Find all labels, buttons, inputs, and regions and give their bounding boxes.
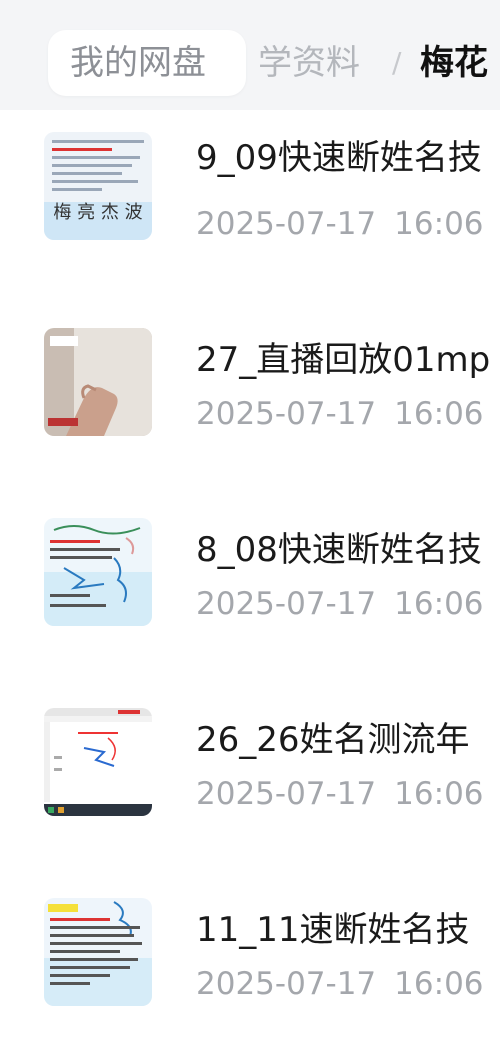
breadcrumb-parent-folder[interactable]: 学资料: [258, 40, 360, 86]
spreadsheet-thumbnail[interactable]: [44, 708, 152, 816]
yellow-notes-thumbnail[interactable]: [44, 898, 152, 1006]
file-time: 16:06: [394, 396, 484, 432]
file-row[interactable]: 8_08快速断姓名技 2025-07-1716:064: [0, 492, 500, 682]
breadcrumb-bar: 我的网盘 学资料 / 梅花: [0, 0, 500, 110]
breadcrumb-home[interactable]: 我的网盘: [70, 40, 206, 86]
file-time: 16:06: [394, 776, 484, 812]
file-name[interactable]: 8_08快速断姓名技: [196, 528, 482, 572]
file-meta: 2025-07-1716:061: [196, 394, 500, 434]
file-name[interactable]: 26_26姓名测流年: [196, 718, 470, 762]
file-time: 16:06: [394, 206, 484, 242]
file-row[interactable]: 26_26姓名测流年 2025-07-1716:064: [0, 682, 500, 872]
file-meta: 2025-07-1716:064: [196, 964, 500, 1004]
file-name[interactable]: 11_11速断姓名技: [196, 908, 470, 952]
file-name[interactable]: 9_09快速断姓名技: [196, 136, 482, 180]
file-date: 2025-07-17: [196, 966, 377, 1002]
file-time: 16:06: [394, 586, 484, 622]
handwriting-names-thumbnail[interactable]: 梅 亮 杰 波: [44, 132, 152, 240]
breadcrumb-separator: /: [392, 46, 402, 79]
file-meta: 2025-07-1716:064: [196, 774, 500, 814]
file-date: 2025-07-17: [196, 776, 377, 812]
thumbnail-caption: 梅 亮 杰 波: [53, 202, 142, 223]
livestream-hand-thumbnail[interactable]: [44, 328, 152, 436]
file-meta: 2025-07-1716:064: [196, 584, 500, 624]
blue-notes-thumbnail[interactable]: [44, 518, 152, 626]
file-date: 2025-07-17: [196, 206, 377, 242]
file-list: 梅 亮 杰 波 9_09快速断姓名技 2025-07-1716:063 27_直…: [0, 112, 500, 1006]
file-date: 2025-07-17: [196, 586, 377, 622]
breadcrumb-current-folder: 梅花: [420, 43, 488, 83]
file-row[interactable]: 11_11速断姓名技 2025-07-1716:064: [0, 872, 500, 1062]
file-date: 2025-07-17: [196, 396, 377, 432]
file-time: 16:06: [394, 966, 484, 1002]
file-name[interactable]: 27_直播回放01mp: [196, 338, 490, 382]
file-meta: 2025-07-1716:063: [196, 204, 500, 244]
file-row[interactable]: 27_直播回放01mp 2025-07-1716:061: [0, 302, 500, 492]
file-row[interactable]: 梅 亮 杰 波 9_09快速断姓名技 2025-07-1716:063: [0, 112, 500, 302]
